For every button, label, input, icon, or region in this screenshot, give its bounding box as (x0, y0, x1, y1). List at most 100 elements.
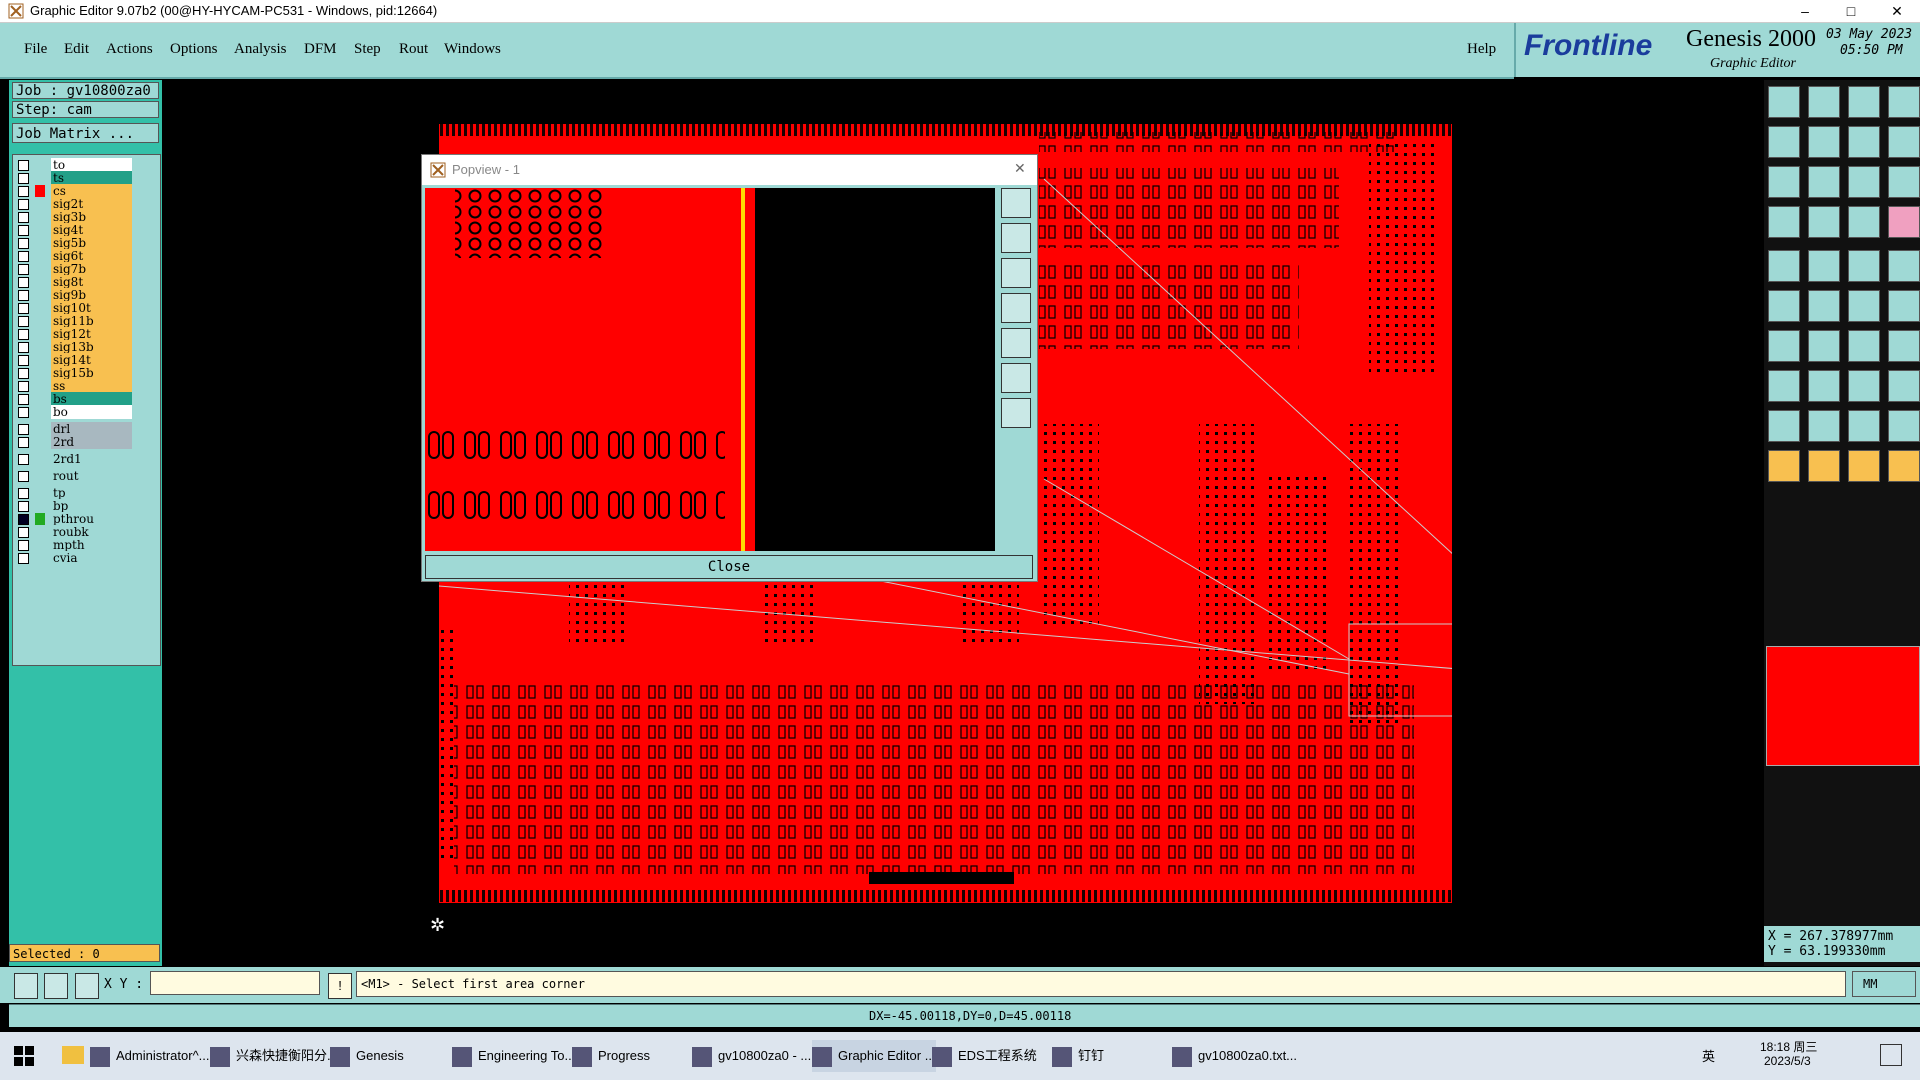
fit-icon[interactable] (1768, 86, 1800, 118)
tri3-icon[interactable] (1848, 410, 1880, 442)
layer-row-sig12t[interactable]: sig12t (13, 327, 158, 341)
job-matrix-button[interactable]: Job Matrix ... (12, 123, 159, 143)
mini-map[interactable] (1766, 646, 1920, 766)
layer-checkbox[interactable] (18, 225, 29, 236)
pan-left-icon[interactable] (1768, 126, 1800, 158)
menu-actions[interactable]: Actions (106, 41, 153, 58)
pointer-icon[interactable] (1768, 450, 1800, 482)
layer-checkbox[interactable] (18, 527, 29, 538)
layer-checkbox[interactable] (18, 394, 29, 405)
layer-row-sig4t[interactable]: sig4t (13, 223, 158, 237)
layer-row-tp[interactable]: tp (13, 486, 158, 500)
layer-row-drl[interactable]: drl (13, 422, 158, 436)
route-icon[interactable] (1888, 206, 1920, 238)
layer-checkbox[interactable] (18, 290, 29, 301)
net-icon[interactable] (1848, 206, 1880, 238)
close-window-button[interactable]: ✕ (1874, 0, 1920, 22)
layer-checkbox[interactable] (18, 381, 29, 392)
center-icon[interactable] (1808, 166, 1840, 198)
snap-tool-button[interactable] (14, 973, 38, 999)
home-icon[interactable] (1848, 86, 1880, 118)
layer-checkbox[interactable] (18, 471, 29, 482)
layer-row-sig5b[interactable]: sig5b (13, 236, 158, 250)
node-icon[interactable] (1848, 290, 1880, 322)
popview-canvas[interactable] (425, 188, 995, 551)
layer-checkbox[interactable] (18, 355, 29, 366)
dot-icon[interactable] (1888, 250, 1920, 282)
layer-checkbox[interactable] (18, 514, 29, 525)
menu-dfm[interactable]: DFM (304, 41, 337, 58)
layer-row-ts[interactable]: ts (13, 171, 158, 185)
layer-row-bp[interactable]: bp (13, 499, 158, 513)
zoom-window-icon[interactable] (1808, 86, 1840, 118)
draw-arc-icon[interactable] (1808, 330, 1840, 362)
taskbar-item[interactable]: 钉钉 (1052, 1040, 1104, 1072)
step-field[interactable]: Step: cam (12, 101, 159, 118)
dim-icon[interactable] (1808, 206, 1840, 238)
minimize-button[interactable]: – (1782, 0, 1828, 22)
taskbar-item[interactable]: Administrator^... (90, 1040, 210, 1072)
connect-icon[interactable] (1768, 290, 1800, 322)
layer-row-pthrou[interactable]: pthrou (13, 512, 158, 526)
tri2-icon[interactable] (1808, 410, 1840, 442)
layer-checkbox[interactable] (18, 251, 29, 262)
link-icon[interactable] (1888, 290, 1920, 322)
popview-zoom-out-button[interactable] (1001, 363, 1031, 393)
taskbar-item[interactable]: gv10800za0 - ... (692, 1040, 811, 1072)
layer-row-cvia[interactable]: cvia (13, 551, 158, 565)
draw-line-icon[interactable] (1768, 330, 1800, 362)
popview-pan-right-button[interactable] (1001, 328, 1031, 358)
clock-time[interactable]: 18:18 周三 (1760, 1038, 1817, 1055)
info-icon[interactable]: ! (328, 973, 352, 999)
edit-icon[interactable] (1848, 450, 1880, 482)
layer-row-2rd1[interactable]: 2rd1 (13, 452, 158, 466)
layer-checkbox[interactable] (18, 424, 29, 435)
layer-row-roubk[interactable]: roubk (13, 525, 158, 539)
scale-icon[interactable] (1848, 166, 1880, 198)
add-pad-icon[interactable] (1768, 370, 1800, 402)
popview-pan-left-button[interactable] (1001, 293, 1031, 323)
start-icon[interactable] (14, 1046, 34, 1066)
select-area-icon[interactable] (1888, 450, 1920, 482)
menu-help[interactable]: Help (1467, 41, 1496, 58)
xy-input[interactable] (150, 971, 320, 995)
taskbar-item[interactable]: Progress (572, 1040, 650, 1072)
layer-checkbox[interactable] (18, 488, 29, 499)
layer-checkbox[interactable] (18, 540, 29, 551)
layer-row-ss[interactable]: ss (13, 379, 158, 393)
menu-analysis[interactable]: Analysis (234, 41, 287, 58)
tri-icon[interactable] (1768, 410, 1800, 442)
shape-icon[interactable] (1888, 370, 1920, 402)
tri4-icon[interactable] (1888, 410, 1920, 442)
popview-zoom-home-button[interactable] (1001, 188, 1031, 218)
layer-checkbox[interactable] (18, 212, 29, 223)
layer-checkbox[interactable] (18, 173, 29, 184)
layer-row-sig2t[interactable]: sig2t (13, 197, 158, 211)
layer-checkbox[interactable] (18, 437, 29, 448)
taskbar-item[interactable]: Genesis (330, 1040, 404, 1072)
taskbar-item[interactable]: gv10800za0.txt... (1172, 1040, 1297, 1072)
popview-titlebar[interactable]: Popview - 1 ✕ (422, 155, 1037, 185)
layer-checkbox[interactable] (18, 160, 29, 171)
minus-icon[interactable] (1808, 370, 1840, 402)
layer-checkbox[interactable] (18, 199, 29, 210)
popview-pan-down-button[interactable] (1001, 258, 1031, 288)
taskbar-item[interactable]: Graphic Editor ... (812, 1040, 936, 1072)
layer-checkbox[interactable] (18, 186, 29, 197)
layer-checkbox[interactable] (18, 329, 29, 340)
layer-checkbox[interactable] (18, 501, 29, 512)
cut-icon[interactable] (1768, 206, 1800, 238)
popview-pan-up-button[interactable] (1001, 223, 1031, 253)
popview-close-icon[interactable]: ✕ (1014, 160, 1026, 177)
taskbar-item[interactable]: EDS工程系统 (932, 1040, 1037, 1072)
file-explorer-icon[interactable] (62, 1046, 84, 1064)
grid-tool-button[interactable] (75, 973, 99, 999)
layer-checkbox[interactable] (18, 316, 29, 327)
menu-windows[interactable]: Windows (444, 41, 501, 58)
cross-icon[interactable] (1808, 290, 1840, 322)
layer-checkbox[interactable] (18, 407, 29, 418)
pan-right-icon[interactable] (1808, 126, 1840, 158)
layer-checkbox[interactable] (18, 238, 29, 249)
menu-file[interactable]: File (24, 41, 47, 58)
layer-row-sig8t[interactable]: sig8t (13, 275, 158, 289)
